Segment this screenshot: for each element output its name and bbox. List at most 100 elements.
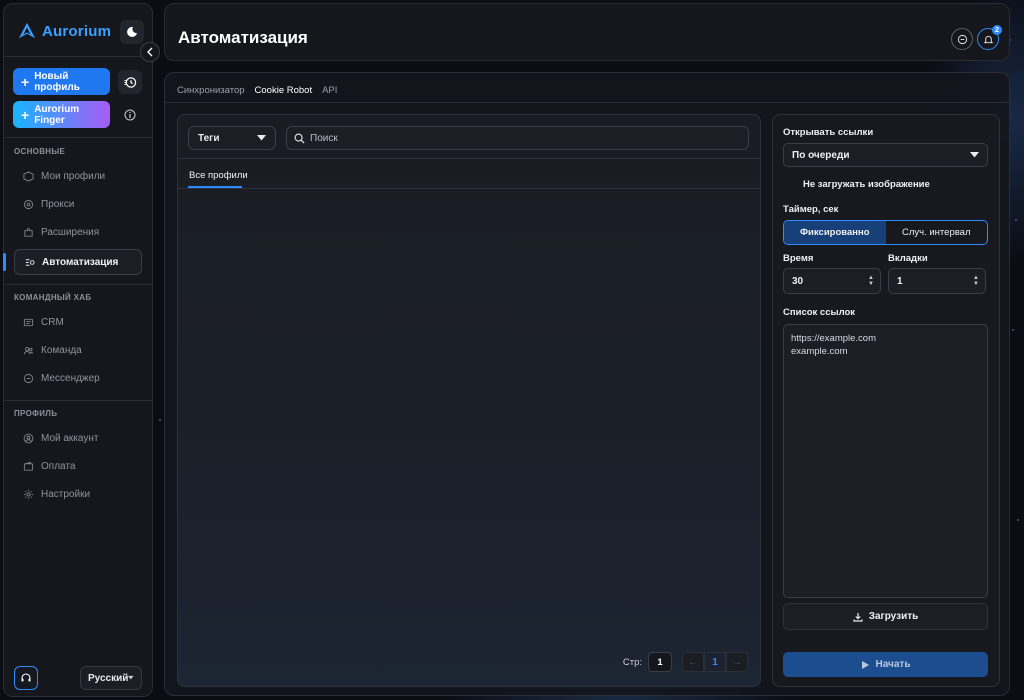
page-buttons: ← 1 →	[682, 652, 748, 672]
app-logo[interactable]: Aurorium	[18, 22, 111, 40]
user-icon	[23, 433, 34, 443]
tab-all-profiles[interactable]: Все профили	[189, 170, 248, 181]
divider	[4, 56, 152, 57]
page-button-current[interactable]: 1	[704, 652, 726, 672]
new-profile-label: Новый профиль	[34, 70, 80, 93]
gear-icon	[23, 489, 34, 499]
sidebar-item-team[interactable]: Команда	[14, 337, 142, 363]
open-links-value: По очереди	[792, 149, 850, 161]
crm-icon	[23, 318, 34, 326]
link-line: https://example.com	[791, 333, 877, 344]
start-button[interactable]: Начать	[783, 652, 988, 677]
section-title-main: ОСНОВНЫЕ	[14, 147, 66, 156]
chat-icon	[957, 34, 967, 44]
tabs-count-label: Вкладки	[888, 253, 928, 264]
sidebar-item-proxy[interactable]: Прокси	[14, 191, 142, 217]
pagination: Стр: 1 ← 1 →	[623, 652, 748, 672]
open-links-select[interactable]: По очереди	[783, 143, 988, 167]
section-title-team-hub: КОМАНДНЫЙ ХАБ	[14, 293, 92, 302]
cookie-robot-settings: Открывать ссылки По очереди Не загружать…	[772, 114, 1000, 687]
sidebar-item-label: Оплата	[41, 460, 76, 472]
sidebar-item-account[interactable]: Мой аккаунт	[14, 425, 142, 451]
chat-icon	[23, 373, 34, 383]
wallet-icon	[23, 461, 34, 471]
puzzle-icon	[24, 227, 33, 237]
divider	[4, 137, 152, 138]
sidebar-item-label: Команда	[41, 344, 82, 356]
page-input[interactable]: 1	[648, 652, 672, 672]
messages-button[interactable]	[951, 28, 973, 50]
time-value: 30	[792, 275, 804, 287]
search-icon	[294, 133, 305, 144]
plus-icon: +	[21, 106, 30, 123]
tabs-count-input[interactable]: 1 ▲ ▼	[888, 268, 986, 294]
caret-down-icon	[257, 135, 266, 141]
moon-icon	[127, 26, 137, 37]
notification-badge: 2	[992, 25, 1002, 35]
tabs-count-value: 1	[897, 275, 903, 287]
page-title: Автоматизация	[178, 28, 308, 47]
download-icon	[853, 612, 863, 622]
history-button[interactable]	[118, 70, 142, 94]
no-images-checkbox[interactable]	[783, 178, 795, 190]
sidebar-item-settings[interactable]: Настройки	[14, 481, 142, 507]
app-name: Aurorium	[42, 22, 112, 40]
aurorium-logo-icon	[18, 22, 36, 39]
team-icon	[23, 346, 34, 354]
sidebar-item-extensions[interactable]: Расширения	[14, 219, 142, 245]
timer-mode-fixed[interactable]: Фиксированно	[784, 221, 886, 244]
sidebar-item-label: Расширения	[41, 226, 100, 238]
prev-page-button[interactable]: ←	[682, 652, 704, 672]
stepper-arrows-icon[interactable]: ▲ ▼	[973, 275, 979, 287]
chevron-left-icon	[147, 47, 153, 57]
automation-icon	[25, 258, 35, 266]
links-list-label: Список ссылок	[783, 307, 856, 318]
aurorium-finger-button[interactable]: + Aurorium Finger	[13, 101, 110, 128]
start-label: Начать	[875, 659, 911, 670]
sidebar-item-profiles[interactable]: Мои профили	[14, 163, 142, 189]
tab-api[interactable]: API	[322, 85, 337, 96]
time-input[interactable]: 30 ▲ ▼	[783, 268, 881, 294]
sidebar-item-label: Мессенджер	[41, 372, 100, 384]
tab-synchronizer[interactable]: Синхронизатор	[177, 85, 245, 96]
section-title-profile: ПРОФИЛЬ	[14, 409, 58, 418]
open-links-label: Открывать ссылки	[783, 127, 874, 138]
active-indicator	[3, 253, 6, 271]
headset-icon	[21, 673, 31, 682]
stepper-arrows-icon[interactable]: ▲ ▼	[868, 275, 874, 287]
sidebar-item-messenger[interactable]: Мессенджер	[14, 365, 142, 391]
time-label: Время	[783, 253, 814, 264]
notifications-button[interactable]: 2	[977, 25, 1002, 50]
sidebar-item-label: Настройки	[41, 488, 91, 500]
caret-down-icon	[970, 152, 979, 158]
tags-select[interactable]: Теги	[188, 126, 276, 150]
no-images-option[interactable]: Не загружать изображение	[783, 178, 930, 190]
timer-mode-toggle: Фиксированно Случ. интервал	[783, 220, 988, 245]
links-textarea[interactable]: https://example.com example.com	[783, 324, 988, 598]
collapse-sidebar-button[interactable]	[140, 42, 160, 62]
load-button[interactable]: Загрузить	[783, 603, 988, 630]
language-select[interactable]: Русский	[80, 666, 142, 690]
tags-label: Теги	[198, 132, 220, 144]
sidebar-item-crm[interactable]: CRM	[14, 309, 142, 335]
sidebar-item-automation[interactable]: Автоматизация	[14, 249, 142, 275]
new-profile-button[interactable]: + Новый профиль	[13, 68, 110, 95]
info-button[interactable]	[121, 106, 139, 124]
search-field[interactable]	[286, 126, 749, 150]
proxy-icon	[23, 199, 34, 209]
support-button[interactable]	[14, 666, 38, 690]
sidebar-item-label: CRM	[41, 316, 64, 328]
caret-down-icon	[128, 675, 134, 680]
finger-label: Aurorium Finger	[34, 103, 80, 126]
next-page-button[interactable]: →	[726, 652, 748, 672]
timer-mode-random[interactable]: Случ. интервал	[886, 221, 988, 244]
sidebar-item-label: Автоматизация	[42, 256, 119, 268]
sidebar: Aurorium + Новый профиль + Aurorium Fing…	[3, 3, 153, 697]
theme-toggle-button[interactable]	[120, 20, 144, 44]
tabs-divider	[165, 102, 1009, 103]
sidebar-item-payment[interactable]: Оплата	[14, 453, 142, 479]
divider	[178, 158, 760, 159]
tab-cookie-robot[interactable]: Cookie Robot	[255, 85, 313, 96]
search-input[interactable]	[310, 132, 730, 144]
info-icon	[124, 109, 136, 121]
